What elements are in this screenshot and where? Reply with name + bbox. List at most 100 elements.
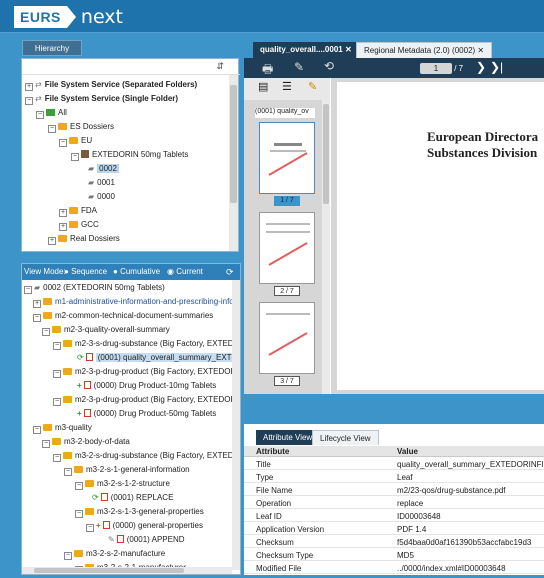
thumbnail-page-1[interactable] bbox=[259, 122, 315, 194]
hierarchy-scrollbar[interactable] bbox=[229, 75, 238, 251]
tree-node-fs-separated[interactable]: + ⇄ File System Service (Separated Folders… bbox=[25, 79, 197, 91]
tree-node-drug-product-50[interactable]: + (0000) Drug Product-50mg Tablets bbox=[77, 408, 216, 420]
attribute-tabs: Attribute View Lifecycle View bbox=[244, 424, 544, 446]
thumbnail-page-3[interactable] bbox=[259, 302, 315, 374]
folder-icon bbox=[74, 466, 83, 473]
tree-node-fs-single[interactable]: − ⇄ File System Service (Single Folder) bbox=[25, 93, 178, 105]
tree-node-all[interactable]: − All bbox=[36, 107, 67, 119]
new-icon: + bbox=[77, 409, 82, 418]
table-row: Leaf ID ID00003648 bbox=[244, 511, 544, 522]
radio-cumulative[interactable]: ● Cumulative bbox=[113, 264, 160, 280]
tree-node-m2-3-s[interactable]: − m2-3-s-drug-substance (Big Factory, EXT… bbox=[53, 338, 232, 350]
tree-node-sequence-0002[interactable]: − ▰ 0002 (EXTEDORIN 50mg Tablets) bbox=[24, 282, 165, 294]
outline-icon[interactable]: ☰ bbox=[282, 80, 292, 93]
pages-icon[interactable]: ▤ bbox=[258, 80, 268, 93]
sequence-scrollbar[interactable] bbox=[232, 280, 240, 570]
sync-icon[interactable]: ⟲ bbox=[324, 59, 334, 73]
tree-node-gcc[interactable]: + GCC bbox=[59, 219, 99, 231]
tree-node-drug-product-10[interactable]: + (0000) Drug Product-10mg Tablets bbox=[77, 380, 216, 392]
tree-node-m2[interactable]: − m2-common-technical-document-summaries bbox=[33, 310, 213, 322]
thumbnail-scrollbar[interactable] bbox=[322, 100, 330, 394]
tree-node-append[interactable]: ✎ (0001) APPEND bbox=[108, 534, 185, 546]
page-total: / 7 bbox=[454, 64, 464, 73]
table-row: Application Version PDF 1.4 bbox=[244, 524, 544, 535]
page-number-input[interactable]: 1 bbox=[420, 63, 452, 74]
folder-icon bbox=[43, 424, 52, 431]
tree-node-m2-3-p-50[interactable]: − m2-3-p-drug-product (Big Factory, EXTED… bbox=[53, 394, 232, 406]
next-page-icon[interactable]: ❯ bbox=[476, 60, 486, 74]
pdf-icon bbox=[102, 521, 110, 529]
refresh-icon[interactable]: ⟳ bbox=[226, 264, 234, 280]
tree-node-m3[interactable]: − m3-quality bbox=[33, 422, 92, 434]
table-row: File Name m2/23-qos/drug-substance.pdf bbox=[244, 485, 544, 496]
tree-node-real-dossiers[interactable]: + Real Dossiers bbox=[48, 233, 120, 245]
app-name: next bbox=[80, 6, 123, 28]
new-icon: + bbox=[96, 521, 101, 530]
replace-icon: ⟳ bbox=[77, 353, 84, 362]
tree-node-0002[interactable]: ▰ 0002 bbox=[88, 163, 119, 175]
tree-node-es-dossiers[interactable]: − ES Dossiers bbox=[48, 121, 114, 133]
folder-icon bbox=[63, 340, 72, 347]
thumbnail-page-2[interactable] bbox=[259, 212, 315, 284]
tree-node-general-properties[interactable]: − + (0000) general-properties bbox=[86, 520, 203, 532]
attribute-table-header: Attribute Value bbox=[244, 446, 544, 457]
pdf-icon bbox=[83, 381, 91, 389]
tab-lifecycle-view[interactable]: Lifecycle View bbox=[312, 430, 379, 445]
tree-node-m3-2-s-1-2[interactable]: − m3-2-s-1-2-structure bbox=[75, 478, 170, 490]
close-icon[interactable]: ✕ bbox=[477, 46, 484, 55]
last-page-icon[interactable]: ❯| bbox=[490, 60, 503, 74]
thumbnail-label-2: 2 / 7 bbox=[274, 286, 300, 296]
edit-icon[interactable]: ✎ bbox=[294, 60, 304, 74]
radio-sequence[interactable]: ● Sequence bbox=[64, 264, 107, 280]
tree-node-fda[interactable]: + FDA bbox=[59, 205, 97, 217]
tree-node-qos-leaf[interactable]: ⟳(0001) quality_overall_summary_EXTEDOF bbox=[77, 352, 232, 364]
tree-node-m2-3-p-10[interactable]: − m2-3-p-drug-product (Big Factory, EXTED… bbox=[53, 366, 232, 378]
tree-node-eu[interactable]: − EU bbox=[59, 135, 92, 147]
tree-node-m3-2-s-1[interactable]: − m3-2-s-1-general-information bbox=[64, 464, 190, 476]
tree-node-m3-2-s-2[interactable]: − m3-2-s-2-manufacture bbox=[64, 548, 165, 560]
document-canvas: European Directora Substances Division bbox=[331, 78, 544, 394]
hierarchy-tree: + ⇄ File System Service (Separated Folders… bbox=[22, 75, 227, 251]
close-icon[interactable]: ✕ bbox=[345, 45, 352, 54]
app-window: EURS next Hierarchy ⇵ + ⇄ File System Serv… bbox=[0, 0, 544, 578]
table-row: Operation replace bbox=[244, 498, 544, 509]
thumbnail-label-3: 3 / 7 bbox=[274, 376, 300, 386]
pdf-icon bbox=[116, 535, 124, 543]
table-row: Checksum f5d4baa0d0af161390b53accfabc19d3 bbox=[244, 537, 544, 548]
page-navigator: 1 / 7 bbox=[420, 63, 463, 74]
scrollbar-thumb[interactable] bbox=[323, 104, 329, 204]
tree-node-m3-2-s-1-3[interactable]: − m3-2-s-1-3-general-properties bbox=[75, 506, 204, 518]
tab-quality-overall[interactable]: quality_overall....0001 ✕ bbox=[253, 42, 359, 58]
thumbnail-label-1: 1 / 7 bbox=[274, 196, 300, 206]
table-row: Checksum Type MD5 bbox=[244, 550, 544, 561]
tree-node-extedorin[interactable]: − EXTEDORIN 50mg Tablets bbox=[71, 149, 188, 161]
tab-attribute-view[interactable]: Attribute View bbox=[256, 430, 320, 445]
tree-node-m1[interactable]: + m1-administrative-information-and-presc… bbox=[33, 296, 232, 308]
table-row: Type Leaf bbox=[244, 472, 544, 483]
tree-node-0000[interactable]: ▰ 0000 bbox=[88, 191, 115, 203]
filter-icon[interactable]: ⇵ bbox=[216, 61, 224, 72]
table-row: Title quality_overall_summary_EXTEDORINFI… bbox=[244, 459, 544, 470]
attachment-icon[interactable]: ✎ bbox=[308, 80, 317, 93]
sequence-hscrollbar[interactable] bbox=[22, 567, 232, 574]
tree-node-0001[interactable]: ▰ 0001 bbox=[88, 177, 115, 189]
tab-hierarchy[interactable]: Hierarchy bbox=[22, 40, 82, 56]
folder-icon bbox=[43, 312, 52, 319]
document-page: European Directora Substances Division bbox=[337, 82, 544, 390]
app-logo: EURS next bbox=[14, 6, 123, 28]
scrollbar-thumb[interactable] bbox=[230, 85, 237, 203]
viewer-tabs: quality_overall....0001 ✕ Regional Metad… bbox=[244, 36, 544, 58]
logo-mark: EURS bbox=[14, 6, 76, 28]
tree-node-m2-3[interactable]: − m2-3-quality-overall-summary bbox=[42, 324, 170, 336]
scrollbar-thumb[interactable] bbox=[34, 568, 184, 573]
thumbnail-title: (0001) quality_ov bbox=[255, 108, 315, 118]
product-icon bbox=[81, 150, 89, 158]
radio-current[interactable]: ◉ Current bbox=[167, 264, 203, 280]
tree-node-m3-2-s[interactable]: − m3-2-s-drug-substance (Big Factory, EXT… bbox=[53, 450, 232, 462]
tab-regional-metadata[interactable]: Regional Metadata (2.0) (0002) ✕ bbox=[356, 42, 493, 58]
table-row: Modified File ../0000/index.xml#ID0000364… bbox=[244, 563, 544, 574]
folder-icon bbox=[58, 123, 67, 130]
tree-node-m3-2[interactable]: − m3-2-body-of-data bbox=[42, 436, 130, 448]
tree-node-replace[interactable]: ⟳ (0001) REPLACE bbox=[92, 492, 173, 504]
folder-icon bbox=[69, 137, 78, 144]
